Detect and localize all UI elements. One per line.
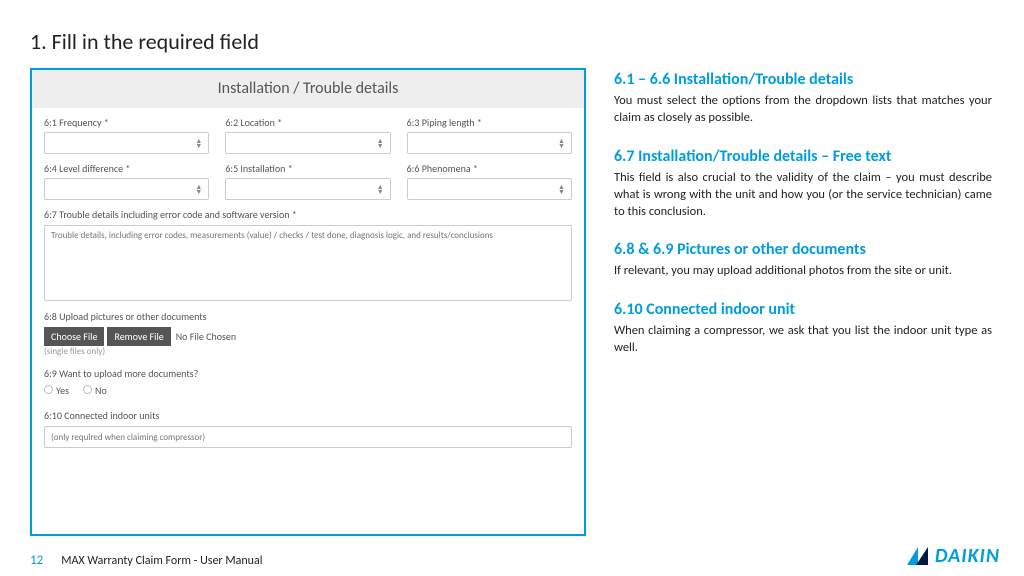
- label-phenomena: 6:6 Phenomena *: [407, 162, 572, 175]
- select-piping-length[interactable]: ▲▼: [407, 132, 572, 154]
- dropdown-icon: ▲▼: [558, 138, 565, 148]
- logo-icon: [907, 547, 929, 565]
- radio-icon: [83, 385, 92, 394]
- heading-6-7: 6.7 Installation/Trouble details – Free …: [614, 147, 992, 166]
- heading-6-8-6-9: 6.8 & 6.9 Pictures or other documents: [614, 240, 992, 259]
- label-installation: 6:5 Installation *: [225, 162, 390, 175]
- textarea-trouble-details[interactable]: [44, 225, 572, 301]
- footer-text: MAX Warranty Claim Form - User Manual: [61, 554, 262, 568]
- radio-no[interactable]: No: [83, 384, 107, 397]
- label-piping-length: 6:3 Piping length *: [407, 116, 572, 129]
- para-6-8-6-9: If relevant, you may upload additional p…: [614, 263, 992, 280]
- label-connected-indoor: 6:10 Connected indoor units: [44, 409, 572, 422]
- radio-icon: [44, 385, 53, 394]
- choose-file-button[interactable]: Choose File: [44, 327, 104, 346]
- select-phenomena[interactable]: ▲▼: [407, 178, 572, 200]
- single-files-hint: (single files only): [44, 346, 572, 357]
- page-title: 1. Fill in the required field: [30, 28, 259, 55]
- heading-6-10: 6.10 Connected indoor unit: [614, 300, 992, 319]
- dropdown-icon: ▲▼: [195, 184, 202, 194]
- para-6-1-6-6: You must select the options from the dro…: [614, 93, 992, 127]
- select-frequency[interactable]: ▲▼: [44, 132, 209, 154]
- label-trouble-details: 6:7 Trouble details including error code…: [44, 208, 572, 221]
- instructions-column: 6.1 – 6.6 Installation/Trouble details Y…: [614, 70, 992, 377]
- form-screenshot: Installation / Trouble details 6:1 Frequ…: [30, 68, 586, 536]
- footer: 12 MAX Warranty Claim Form - User Manual: [30, 553, 262, 568]
- label-upload-pictures: 6:8 Upload pictures or other documents: [44, 310, 572, 323]
- dropdown-icon: ▲▼: [377, 184, 384, 194]
- label-upload-more: 6:9 Want to upload more documents?: [44, 367, 572, 380]
- label-level-difference: 6:4 Level difference *: [44, 162, 209, 175]
- dropdown-icon: ▲▼: [558, 184, 565, 194]
- form-header: Installation / Trouble details: [32, 70, 584, 108]
- label-frequency: 6:1 Frequency *: [44, 116, 209, 129]
- radio-no-label: No: [95, 384, 107, 397]
- para-6-7: This field is also crucial to the validi…: [614, 170, 992, 221]
- select-level-difference[interactable]: ▲▼: [44, 178, 209, 200]
- dropdown-icon: ▲▼: [377, 138, 384, 148]
- page-number: 12: [30, 553, 43, 568]
- select-location[interactable]: ▲▼: [225, 132, 390, 154]
- heading-6-1-6-6: 6.1 – 6.6 Installation/Trouble details: [614, 70, 992, 89]
- daikin-logo: DAIKIN: [907, 544, 1000, 568]
- dropdown-icon: ▲▼: [195, 138, 202, 148]
- radio-yes[interactable]: Yes: [44, 384, 69, 397]
- logo-text: DAIKIN: [935, 544, 1000, 568]
- label-location: 6:2 Location *: [225, 116, 390, 129]
- no-file-text: No File Chosen: [176, 330, 236, 343]
- para-6-10: When claiming a compressor, we ask that …: [614, 323, 992, 357]
- radio-yes-label: Yes: [56, 384, 69, 397]
- select-installation[interactable]: ▲▼: [225, 178, 390, 200]
- remove-file-button[interactable]: Remove File: [107, 327, 170, 346]
- input-connected-indoor[interactable]: [44, 426, 572, 448]
